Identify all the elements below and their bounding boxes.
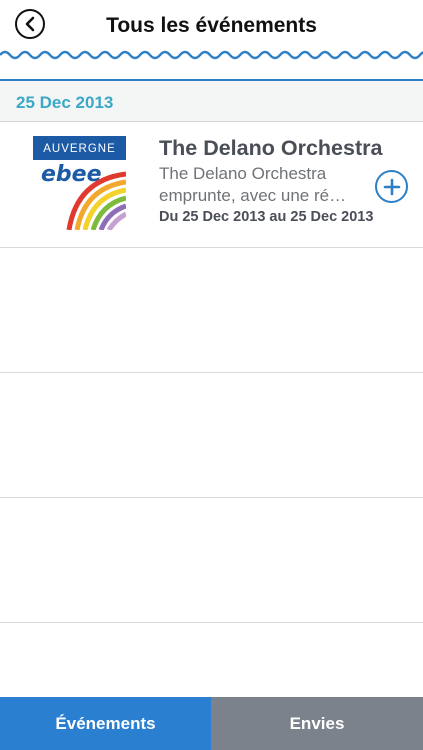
row-divider [0, 497, 423, 498]
bottom-tab-bar: Événements Envies [0, 697, 423, 750]
navigation-header: Tous les événements [0, 0, 423, 54]
thumbnail-banner: AUVERGNE [33, 136, 126, 160]
rainbow-image [66, 171, 126, 230]
date-label: 25 Dec 2013 [16, 93, 114, 112]
wave-divider [0, 50, 423, 60]
plus-circle-icon [383, 178, 400, 195]
event-thumbnail: AUVERGNE ebee [33, 136, 126, 230]
date-section-header: 25 Dec 2013 [0, 81, 423, 121]
event-dates: Du 25 Dec 2013 au 25 Dec 2013 [159, 209, 374, 225]
event-list-item[interactable]: AUVERGNE ebee The Delano Orchestra The D… [0, 122, 423, 247]
row-divider [0, 372, 423, 373]
event-title: The Delano Orchestra [159, 136, 383, 160]
tab-events[interactable]: Événements [0, 697, 211, 750]
page-title: Tous les événements [106, 14, 317, 37]
tab-envies[interactable]: Envies [211, 697, 423, 750]
row-divider [0, 247, 423, 248]
add-to-envies-button[interactable] [375, 170, 408, 203]
event-description: The Delano Orchestra emprunte, avec une … [159, 164, 347, 205]
row-divider [0, 622, 423, 623]
